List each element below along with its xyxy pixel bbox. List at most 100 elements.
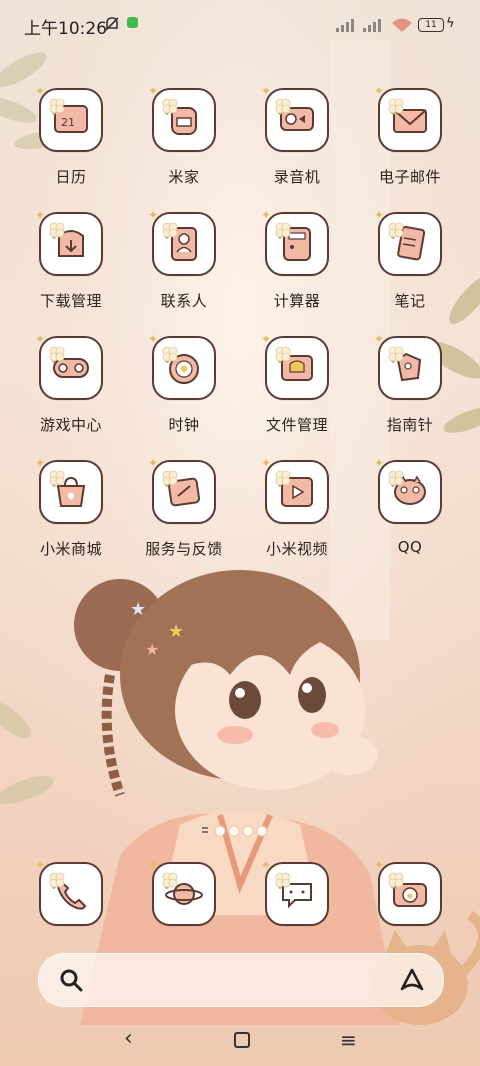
mail-tile[interactable]: ✦ [374,84,442,152]
sparkle-icon: ✦ [261,456,272,470]
svg-text:★: ★ [145,640,159,659]
sparkle-icon: ✦ [35,208,46,222]
app-label: 文件管理 [265,416,328,434]
shopping-bag-tile[interactable]: ✦ [35,456,103,524]
camera-tile[interactable]: ✦ [374,858,442,926]
app-shopping-bag[interactable]: ✦ 小米商城 [16,456,126,559]
search-icon [60,969,83,992]
clock-tile[interactable]: ✦ [148,332,216,400]
app-gamepad[interactable]: ✦ 游戏中心 [16,332,126,435]
dock-planet[interactable]: ✦ [129,858,239,926]
app-label: 小米商城 [39,540,102,558]
chat-tile[interactable]: ✦ [261,858,329,926]
sparkle-icon: ✦ [148,208,159,222]
flower-icon [162,872,178,888]
app-label: 时钟 [168,416,200,434]
compass-tile[interactable]: ✦ [374,332,442,400]
app-folder[interactable]: ✦ 文件管理 [242,332,352,435]
app-label: 笔记 [394,292,426,310]
flower-icon [388,872,404,888]
app-label: QQ [397,538,423,556]
calendar-tile[interactable]: ✦ 21 [35,84,103,152]
app-backpack[interactable]: ✦ 米家 [129,84,239,187]
sparkle-icon: ✦ [35,332,46,346]
recorder-tile[interactable]: ✦ [261,84,329,152]
sparkle-icon: ✦ [148,84,159,98]
status-bar: 上午10:26 11 ϟ [0,0,480,52]
calculator-tile[interactable]: ✦ [261,208,329,276]
app-label: 指南针 [386,416,434,434]
svg-text:21: 21 [61,116,75,129]
sparkle-icon: ✦ [374,456,385,470]
gamepad-tile[interactable]: ✦ [35,332,103,400]
app-mail[interactable]: ✦ 电子邮件 [355,84,465,187]
flower-icon [388,470,404,486]
planet-tile[interactable]: ✦ [148,858,216,926]
flower-icon [49,470,65,486]
backpack-tile[interactable]: ✦ [148,84,216,152]
app-download[interactable]: ✦ 下载管理 [16,208,126,311]
menu-icon[interactable]: ≡ [340,1028,357,1052]
flower-icon [275,98,291,114]
app-contacts[interactable]: ✦ 联系人 [129,208,239,311]
app-recorder[interactable]: ✦ 录音机 [242,84,352,187]
battery-indicator: 11 [418,18,444,32]
flower-icon [162,98,178,114]
flower-icon [275,470,291,486]
sparkle-icon: ✦ [261,858,272,872]
flower-icon [275,222,291,238]
app-label: 米家 [168,168,200,186]
flower-icon [49,872,65,888]
qq-tile[interactable]: ✦ [374,456,442,524]
svg-text:★: ★ [130,599,146,620]
app-notes[interactable]: ✦ 笔记 [355,208,465,311]
app-label: 下载管理 [39,292,102,310]
dock-phone[interactable]: ✦ [16,858,126,926]
app-label: 日历 [55,168,87,186]
app-calendar[interactable]: ✦ 21 日历 [16,84,126,187]
flower-icon [162,222,178,238]
phone-tile[interactable]: ✦ [35,858,103,926]
notes-tile[interactable]: ✦ [374,208,442,276]
app-calculator[interactable]: ✦ 计算器 [242,208,352,311]
flower-icon [275,872,291,888]
sparkle-icon: ✦ [35,84,46,98]
video-tile[interactable]: ✦ [261,456,329,524]
dock-chat[interactable]: ✦ [242,858,352,926]
flower-icon [49,346,65,362]
folder-tile[interactable]: ✦ [261,332,329,400]
status-time: 上午10:26 [24,19,107,39]
sparkle-icon: ✦ [374,858,385,872]
app-clock[interactable]: ✦ 时钟 [129,332,239,435]
app-feedback[interactable]: ✦ 服务与反馈 [129,456,239,559]
dock-camera[interactable]: ✦ [355,858,465,926]
charging-icon: ϟ [446,16,455,31]
bell-mute-icon [105,17,119,31]
back-icon[interactable]: ‹ [124,1026,133,1051]
sparkle-icon: ✦ [148,332,159,346]
app-label: 电子邮件 [378,168,441,186]
page-indicator[interactable] [200,824,280,838]
sparkle-icon: ✦ [35,456,46,470]
app-qq[interactable]: ✦ QQ [355,456,465,556]
app-label: 游戏中心 [39,416,102,434]
sparkle-icon: ✦ [35,858,46,872]
flower-icon [275,346,291,362]
assistant-icon[interactable] [399,967,425,993]
home-icon[interactable] [234,1032,250,1048]
sparkle-icon: ✦ [261,208,272,222]
app-video[interactable]: ✦ 小米视频 [242,456,352,559]
sparkle-icon: ✦ [148,858,159,872]
signal-icon-2 [363,19,381,32]
sparkle-icon: ✦ [148,456,159,470]
contacts-tile[interactable]: ✦ [148,208,216,276]
app-label: 录音机 [273,168,321,186]
search-bar[interactable] [38,953,444,1007]
flower-icon [388,222,404,238]
flower-icon [162,346,178,362]
app-label: 计算器 [273,292,321,310]
feedback-tile[interactable]: ✦ [148,456,216,524]
download-tile[interactable]: ✦ [35,208,103,276]
navigation-bar: ‹ ≡ [0,1020,480,1060]
app-compass[interactable]: ✦ 指南针 [355,332,465,435]
